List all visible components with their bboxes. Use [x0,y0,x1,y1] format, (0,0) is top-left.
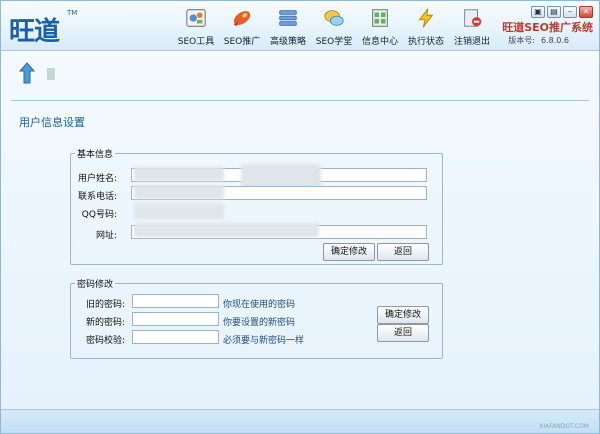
nav-info-center[interactable]: 信息中心 [357,5,403,47]
header-bar: 旺道 TM SEO工具 SEO推广 高级策略 SEO学堂 信息中心 执行状态 注… [1,1,599,51]
nav-label: SEO学堂 [315,37,353,47]
nav-label: 执行状态 [407,37,444,47]
app-window: 旺道 TM SEO工具 SEO推广 高级策略 SEO学堂 信息中心 执行状态 注… [0,0,600,434]
divider [11,100,589,101]
version-info: 版本号: 6.8.0.6 [508,35,569,46]
old-password-label: 旧的密码: [85,300,125,310]
name-label: 用户姓名: [77,174,117,184]
watermark-text: XIAFANDOT.COM [539,423,589,430]
server-stack-icon [279,10,297,26]
nav-logout[interactable]: 注销退出 [449,5,495,47]
version-value: 6.8.0.6 [541,36,569,45]
nav-label: 注销退出 [453,37,490,47]
blurred-thumbnail [47,68,55,80]
logout-icon [464,9,482,27]
page-title: 用户信息设置 [19,116,85,129]
old-password-hint: 你现在使用的密码 [223,300,296,310]
verify-password-label: 密码校验: [85,336,125,346]
password-back-button[interactable]: 返回 [377,324,429,342]
password-legend: 密码修改 [77,280,114,290]
redacted-value [134,185,224,199]
url-label: 网址: [95,231,117,241]
sub-toolbar [1,52,599,100]
logo-trademark: TM [67,9,78,17]
nav-advanced-strategy[interactable]: 高级策略 [265,5,311,47]
logo-text: 旺道 [9,17,60,47]
new-password-hint: 你要设置的新密码 [223,318,296,328]
lightning-icon [418,8,434,28]
status-bar: XIAFANDOT.COM [1,409,599,433]
basic-info-legend: 基本信息 [77,150,114,160]
basic-confirm-button[interactable]: 确定修改 [323,243,375,261]
qq-label: QQ号码: [81,210,117,220]
new-password-label: 新的密码: [85,318,125,328]
verify-password-hint: 必须要与新密码一样 [223,336,305,346]
verify-password-input[interactable] [132,330,219,344]
minimize-button[interactable]: – [563,6,577,18]
redacted-value [134,203,224,219]
phone-label: 联系电话: [77,192,117,202]
close-button[interactable]: ✕ [579,6,593,18]
chat-bubbles-icon [324,10,344,26]
skin-button[interactable]: ▣ [531,6,545,18]
password-confirm-button[interactable]: 确定修改 [377,306,429,324]
document-grid-icon [372,9,388,27]
nav-label: SEO推广 [223,37,261,47]
nav-seo-tools[interactable]: SEO工具 [173,5,219,47]
redacted-value [134,167,224,181]
up-arrow-icon[interactable] [19,62,35,84]
nav-exec-status[interactable]: 执行状态 [403,5,449,47]
new-password-input[interactable] [132,312,219,326]
basic-back-button[interactable]: 返回 [377,243,429,261]
rocket-icon [233,11,251,27]
old-password-input[interactable] [132,294,219,308]
window-controls: ▣ ▤ – ✕ [529,6,593,18]
nav-seo-school[interactable]: SEO学堂 [311,5,357,47]
gear-tools-icon [186,9,206,27]
menu-button[interactable]: ▤ [547,6,561,18]
redacted-value [134,223,319,237]
main-nav: SEO工具 SEO推广 高级策略 SEO学堂 信息中心 执行状态 注销退出 [173,5,495,47]
version-label: 版本号: [508,36,535,45]
nav-label: 信息中心 [361,37,398,47]
nav-seo-promo[interactable]: SEO推广 [219,5,265,47]
app-logo: 旺道 TM [7,7,78,47]
nav-label: 高级策略 [269,37,306,47]
nav-label: SEO工具 [177,37,215,47]
brand-title: 旺道SEO推广系统 [502,21,593,34]
